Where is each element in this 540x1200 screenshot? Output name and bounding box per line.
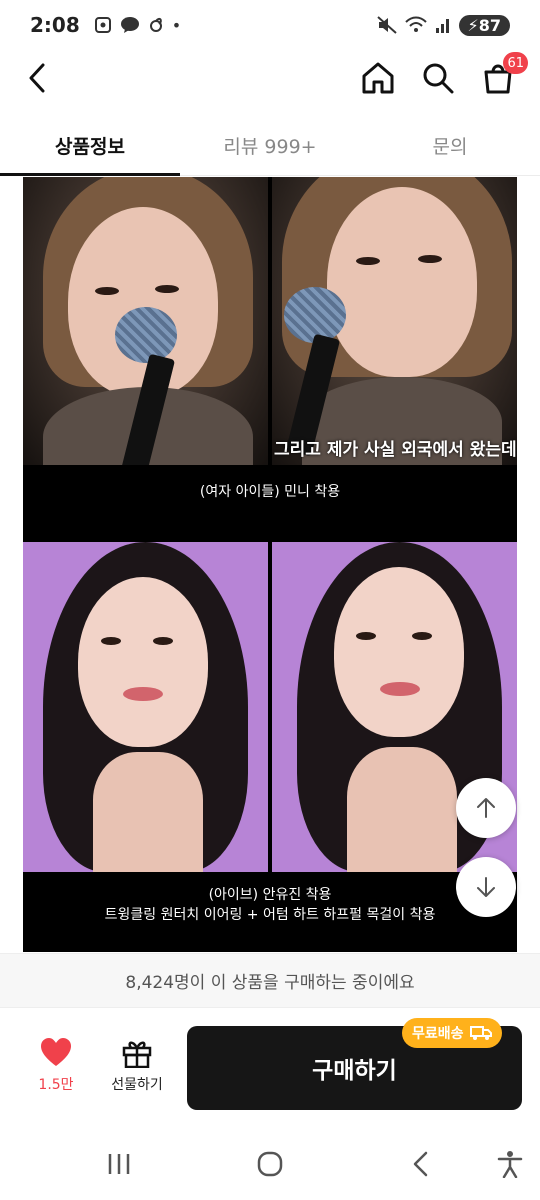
like-count: 1.5만 xyxy=(38,1077,74,1093)
system-navigation-bar xyxy=(0,1127,540,1200)
talk-icon xyxy=(120,17,139,33)
screenshot-icon xyxy=(94,17,111,33)
circle-home-icon xyxy=(257,1151,283,1176)
video-subtitle: 그리고 제가 사실 외국에서 왔는데 xyxy=(274,440,517,460)
signal-icon xyxy=(435,19,449,33)
back-chevron-icon xyxy=(413,1151,428,1176)
system-home-button[interactable] xyxy=(248,1142,292,1186)
tab-product-info[interactable]: 상품정보 xyxy=(0,116,180,176)
gift-button[interactable]: 선물하기 xyxy=(104,1038,170,1102)
status-time: 2:08 xyxy=(30,13,80,37)
system-back-button[interactable] xyxy=(399,1142,443,1186)
status-bar: 2:08 • ⚡87 xyxy=(0,0,540,50)
recent-apps-button[interactable] xyxy=(97,1142,141,1186)
product-image-panel-bottom: (아이브) 안유진 착용 트윙클링 원터치 이어링 + 어텀 하트 하프펄 목걸… xyxy=(23,542,517,952)
recents-icon xyxy=(108,1153,130,1174)
accessibility-icon xyxy=(497,1150,523,1178)
tab-reviews[interactable]: 리뷰 999+ xyxy=(180,116,360,175)
chevron-left-icon xyxy=(29,63,45,93)
battery-level: 87 xyxy=(478,15,501,35)
caption-bottom-line1: (아이브) 안유진 착용 xyxy=(208,887,332,903)
product-image-panel-top: 그리고 제가 사실 외국에서 왔는데 (여자 아이들) 민니 착용 xyxy=(23,177,517,542)
wifi-icon xyxy=(404,16,427,32)
system-icons: ⚡87 xyxy=(376,14,510,36)
dot-icon: • xyxy=(171,15,182,35)
back-button[interactable] xyxy=(16,56,60,100)
scroll-down-button[interactable] xyxy=(456,857,516,917)
free-shipping-label: 무료배송 xyxy=(412,1026,464,1042)
product-detail-content: 그리고 제가 사실 외국에서 왔는데 (여자 아이들) 민니 착용 (아이브) … xyxy=(0,177,540,953)
search-icon xyxy=(423,63,454,94)
battery-indicator: ⚡87 xyxy=(458,14,510,36)
truck-icon xyxy=(469,1026,492,1040)
purchase-bar: 1.5만 선물하기 구매하기 무료배송 xyxy=(0,1007,540,1127)
like-button[interactable]: 1.5만 xyxy=(28,1038,84,1102)
caption-bottom-line2: 트윙클링 원터치 이어링 + 어텀 하트 하프펄 목걸이 착용 xyxy=(104,907,436,923)
product-tabs: 상품정보 리뷰 999+ 문의 xyxy=(0,116,540,176)
cart-button[interactable]: 61 xyxy=(476,52,528,100)
caption-top: (여자 아이들) 민니 착용 xyxy=(199,484,341,500)
arrow-down-icon xyxy=(477,877,495,897)
heart-icon xyxy=(41,1038,71,1066)
arrow-up-icon xyxy=(477,798,495,818)
model-photo-right xyxy=(272,177,517,465)
home-button[interactable] xyxy=(356,56,400,100)
tab-inquiry[interactable]: 문의 xyxy=(360,116,540,175)
free-shipping-badge: 무료배송 xyxy=(402,1018,502,1048)
model-photo-left xyxy=(23,177,268,465)
search-button[interactable] xyxy=(416,56,460,100)
accessibility-button[interactable] xyxy=(488,1142,532,1186)
threads-icon xyxy=(149,17,162,32)
notification-icons: • xyxy=(94,16,181,35)
header: 61 xyxy=(0,50,540,106)
model-photo-left-2 xyxy=(23,542,268,872)
gift-label: 선물하기 xyxy=(111,1077,163,1093)
cart-count-badge: 61 xyxy=(503,52,528,74)
gift-icon xyxy=(122,1041,152,1068)
caption-bottom: (아이브) 안유진 착용 트윙클링 원터치 이어링 + 어텀 하트 하프펄 목걸… xyxy=(23,885,517,925)
scroll-up-button[interactable] xyxy=(456,778,516,838)
mute-icon xyxy=(376,16,397,34)
buying-now-notice: 8,424명이 이 상품을 구매하는 중이에요 xyxy=(0,953,540,1007)
home-icon xyxy=(362,62,394,94)
